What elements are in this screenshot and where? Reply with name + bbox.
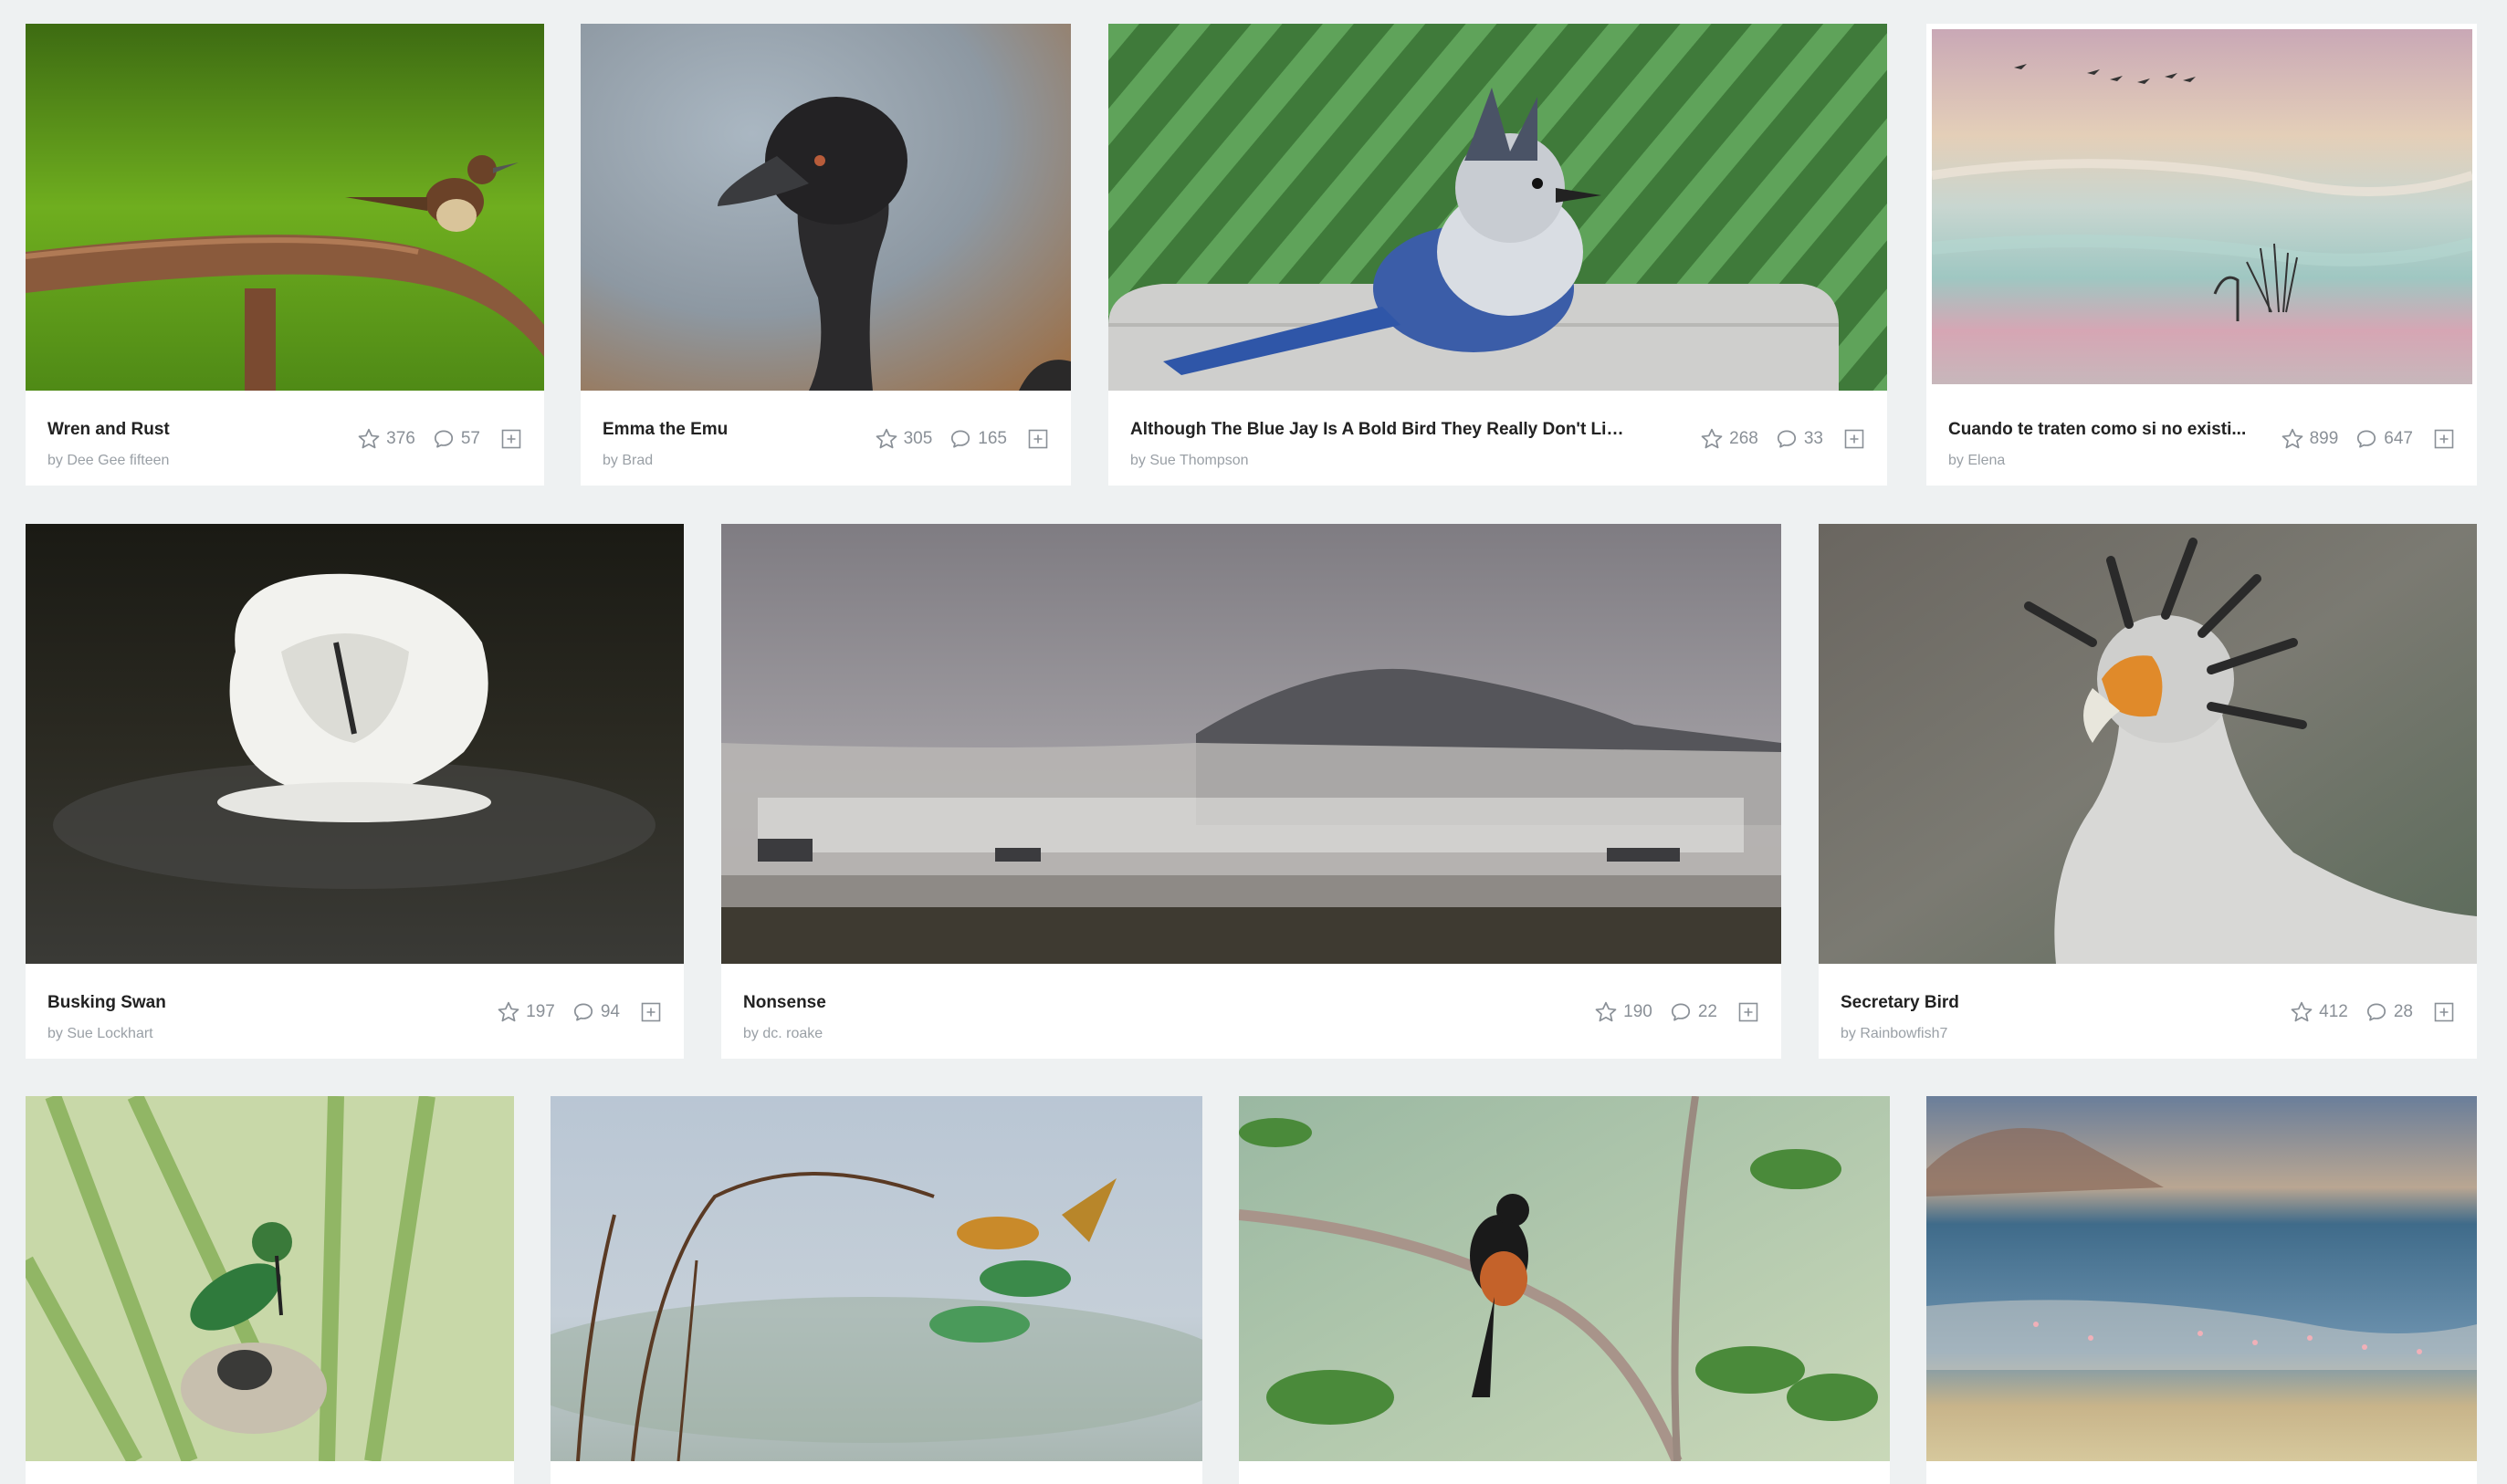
- photo-author[interactable]: by Sue Thompson: [1130, 453, 1249, 469]
- star-icon: [876, 428, 897, 449]
- comment-icon: [2366, 1003, 2386, 1021]
- photo-nonsense-snow-geese[interactable]: [721, 524, 1781, 964]
- comment-icon: [434, 430, 453, 448]
- star-icon: [1701, 428, 1723, 449]
- comment-button[interactable]: 94: [572, 1000, 620, 1024]
- star-icon: [358, 428, 380, 449]
- add-to-gallery-button[interactable]: [1027, 428, 1049, 450]
- photo-wren-and-rust[interactable]: [26, 24, 544, 391]
- comment-count: 57: [460, 429, 480, 448]
- add-to-gallery-icon: [1028, 429, 1048, 449]
- photo-author[interactable]: by dc. roake: [743, 1026, 823, 1042]
- photo-card[interactable]: [551, 1096, 1202, 1484]
- photo-card[interactable]: Although The Blue Jay Is A Bold Bird The…: [1108, 24, 1887, 486]
- photo-card[interactable]: Wren and Rust by Dee Gee fifteen 376 57: [26, 24, 544, 486]
- like-button[interactable]: 899: [2281, 427, 2339, 451]
- comment-count: 28: [2393, 1002, 2413, 1021]
- comment-count: 22: [1697, 1002, 1717, 1021]
- photo-flamingo-dream[interactable]: [1932, 29, 2472, 384]
- photo-card[interactable]: Cuando te traten como si no existi... by…: [1926, 24, 2477, 486]
- add-to-gallery-icon: [2434, 1002, 2454, 1022]
- comment-icon: [1777, 430, 1796, 448]
- like-button[interactable]: 412: [2290, 1000, 2348, 1024]
- photo-busking-swan[interactable]: [26, 524, 684, 964]
- like-button[interactable]: 268: [1700, 427, 1758, 451]
- photo-hummingbird-nest[interactable]: [26, 1096, 514, 1461]
- photo-author[interactable]: by Sue Lockhart: [47, 1026, 153, 1042]
- photo-title[interactable]: Emma the Emu: [603, 420, 728, 440]
- add-to-gallery-button[interactable]: [1737, 1001, 1759, 1023]
- like-count: 197: [526, 1002, 555, 1021]
- like-count: 899: [2309, 429, 2339, 448]
- add-to-gallery-button[interactable]: [2433, 428, 2455, 450]
- comment-count: 33: [1803, 429, 1823, 448]
- add-to-gallery-icon: [641, 1002, 661, 1022]
- photo-title[interactable]: Although The Blue Jay Is A Bold Bird The…: [1130, 420, 1629, 440]
- comment-icon: [951, 430, 970, 448]
- star-icon: [2281, 428, 2302, 449]
- star-icon: [2291, 1001, 2313, 1022]
- photo-blue-jay[interactable]: [1108, 24, 1887, 391]
- comment-icon: [2357, 430, 2376, 448]
- like-button[interactable]: 376: [357, 427, 415, 451]
- comment-count: 165: [978, 429, 1007, 448]
- photo-card[interactable]: Busking Swan by Sue Lockhart 197 94: [26, 524, 684, 1059]
- star-icon: [1595, 1001, 1617, 1022]
- like-count: 412: [2319, 1002, 2348, 1021]
- add-to-gallery-icon: [2434, 429, 2454, 449]
- like-count: 305: [903, 429, 933, 448]
- add-to-gallery-button[interactable]: [500, 428, 522, 450]
- comment-button[interactable]: 22: [1669, 1000, 1717, 1024]
- like-count: 190: [1623, 1002, 1652, 1021]
- comment-count: 647: [2384, 429, 2413, 448]
- photo-author[interactable]: by Elena: [1948, 453, 2005, 469]
- photo-card[interactable]: [26, 1096, 514, 1484]
- photo-title[interactable]: Busking Swan: [47, 993, 166, 1013]
- photo-author[interactable]: by Rainbowfish7: [1841, 1026, 1947, 1042]
- like-button[interactable]: 190: [1594, 1000, 1652, 1024]
- comment-button[interactable]: 165: [949, 427, 1007, 451]
- add-to-gallery-icon: [1844, 429, 1864, 449]
- photo-title[interactable]: Secretary Bird: [1841, 993, 1959, 1013]
- like-count: 268: [1729, 429, 1758, 448]
- comment-button[interactable]: 28: [2365, 1000, 2413, 1024]
- add-to-gallery-button[interactable]: [640, 1001, 662, 1023]
- add-to-gallery-icon: [1738, 1002, 1758, 1022]
- photo-lagoon-flamingos[interactable]: [1926, 1096, 2477, 1461]
- comment-icon: [1671, 1003, 1690, 1021]
- photo-card[interactable]: Emma the Emu by Brad 305 165: [581, 24, 1071, 486]
- photo-card[interactable]: [1926, 1096, 2477, 1484]
- comment-icon: [573, 1003, 593, 1021]
- photo-author[interactable]: by Dee Gee fifteen: [47, 453, 169, 469]
- photo-title[interactable]: Nonsense: [743, 993, 826, 1013]
- comment-button[interactable]: 647: [2355, 427, 2413, 451]
- photo-bee-eaters[interactable]: [551, 1096, 1202, 1461]
- comment-button[interactable]: 33: [1775, 427, 1823, 451]
- like-count: 376: [386, 429, 415, 448]
- comment-button[interactable]: 57: [432, 427, 480, 451]
- comment-count: 94: [600, 1002, 620, 1021]
- photo-author[interactable]: by Brad: [603, 453, 653, 469]
- photo-card[interactable]: [1239, 1096, 1890, 1484]
- like-button[interactable]: 197: [497, 1000, 555, 1024]
- like-button[interactable]: 305: [875, 427, 933, 451]
- photo-title[interactable]: Cuando te traten como si no existi...: [1948, 420, 2246, 440]
- photo-title[interactable]: Wren and Rust: [47, 420, 170, 440]
- photo-emma-the-emu[interactable]: [581, 24, 1071, 391]
- star-icon: [498, 1001, 519, 1022]
- add-to-gallery-button[interactable]: [1843, 428, 1865, 450]
- photo-white-rumped-shama[interactable]: [1239, 1096, 1890, 1461]
- add-to-gallery-icon: [501, 429, 521, 449]
- photo-card[interactable]: Nonsense by dc. roake 190 22: [721, 524, 1781, 1059]
- photo-card[interactable]: Secretary Bird by Rainbowfish7 412 28: [1819, 524, 2477, 1059]
- add-to-gallery-button[interactable]: [2433, 1001, 2455, 1023]
- photo-secretary-bird[interactable]: [1819, 524, 2477, 964]
